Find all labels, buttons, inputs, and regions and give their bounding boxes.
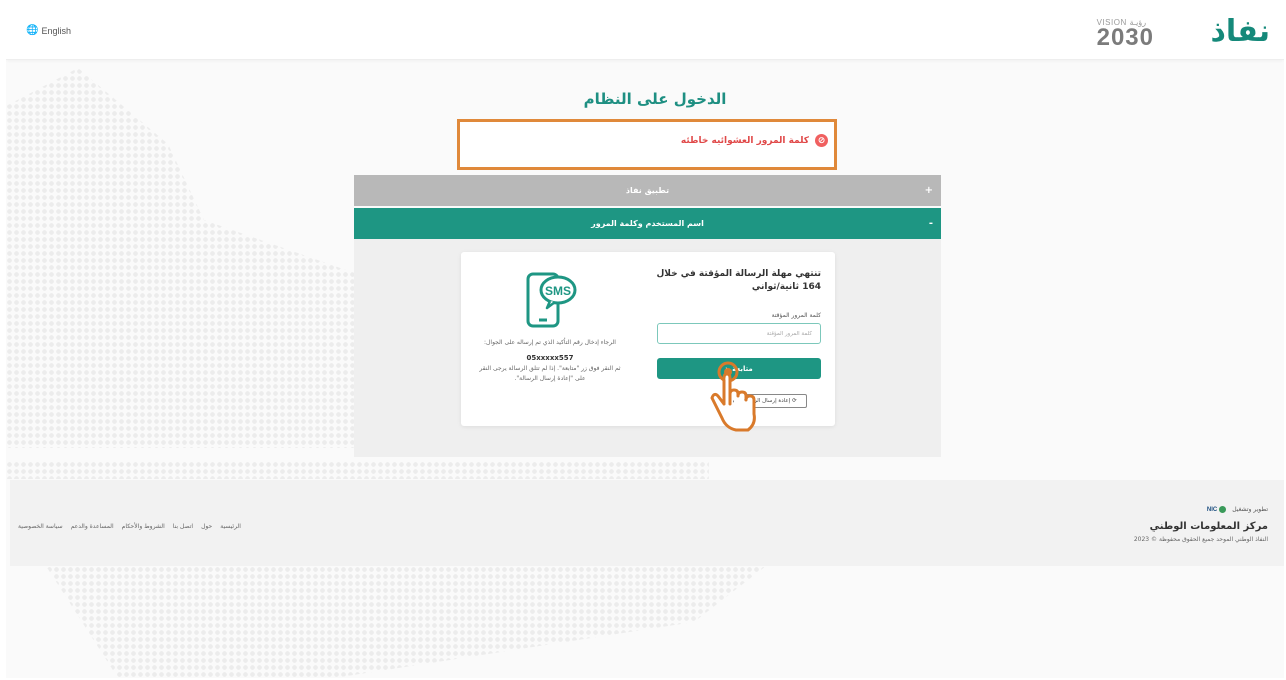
otp-instructions: SMS الرجاء إدخال رقم التأكيد الذي تم إرس… <box>475 268 625 384</box>
error-alert: ⊘ كلمة المرور العشوائيه خاطئه <box>681 134 828 147</box>
hint-resend: ثم النقر فوق زر "متابعة". إذا لم تتلق ال… <box>479 365 621 382</box>
map-dots-decoration <box>46 566 766 678</box>
footer-link-privacy[interactable]: سياسة الخصوصية <box>18 523 63 530</box>
minus-icon: - <box>928 218 933 229</box>
nafath-logo: نفاذ <box>1210 14 1270 49</box>
sms-label: SMS <box>545 284 571 298</box>
top-header: 🌐 English VISION رؤيـة 2030 نفاذ <box>6 6 1284 60</box>
map-dots-decoration <box>6 461 709 479</box>
vision-year: 2030 <box>1096 24 1154 51</box>
footer-link-help[interactable]: المساعدة والدعم <box>71 523 114 530</box>
vision-2030-logo: VISION رؤيـة 2030 <box>1097 18 1154 50</box>
language-switch[interactable]: 🌐 English <box>26 25 71 36</box>
nic-logo-mark <box>1219 506 1227 513</box>
error-icon: ⊘ <box>815 134 828 147</box>
nic-abbr: NIC <box>1206 506 1218 513</box>
footer-link-about[interactable]: حول <box>201 523 212 530</box>
otp-timer-text: تنتهي مهلة الرسالة المؤقتة في خلال 164 ث… <box>656 269 821 292</box>
accordion-username-password[interactable]: - اسم المستخدم وكلمة المرور <box>354 208 941 239</box>
footer-link-contact[interactable]: اتصل بنا <box>173 523 193 530</box>
map-dots-decoration <box>6 68 366 448</box>
otp-card: تنتهي مهلة الرسالة المؤقتة في خلال 164 ث… <box>461 252 835 426</box>
otp-field-label: كلمة المرور المؤقتة <box>771 312 821 319</box>
accordion-body: تنتهي مهلة الرسالة المؤقتة في خلال 164 ث… <box>354 239 941 457</box>
globe-icon: 🌐 <box>26 25 39 36</box>
otp-placeholder: كلمة المرور المؤقتة <box>766 330 812 337</box>
center-name: مركز المعلومات الوطني <box>1149 521 1268 532</box>
developed-by-label: تطوير وتشغيل <box>1232 506 1268 513</box>
accordion-nafath-app[interactable]: + تطبيق نفاذ <box>354 175 941 206</box>
nic-logo: NIC <box>1206 506 1227 513</box>
page-title: الدخول على النظام <box>583 90 727 108</box>
footer-link-home[interactable]: الرئيسية <box>220 523 241 530</box>
otp-input[interactable]: كلمة المرور المؤقتة <box>657 323 821 344</box>
copyright-text: النفاذ الوطني الموحد جميع الحقوق محفوظة … <box>1133 536 1268 543</box>
footer-links: الرئيسية حول اتصل بنا الشروط والأحكام ال… <box>18 523 241 530</box>
plus-icon: + <box>924 185 933 196</box>
footer: الرئيسية حول اتصل بنا الشروط والأحكام ال… <box>10 480 1284 566</box>
refresh-icon: ⟳ <box>792 398 797 404</box>
nic-branding: تطوير وتشغيل NIC مركز المعلومات الوطني ا… <box>1134 506 1268 543</box>
sms-phone-icon: SMS <box>520 268 580 328</box>
masked-phone-number: 05xxxxx557 <box>526 354 574 362</box>
footer-link-terms[interactable]: الشروط والأحكام <box>122 523 165 530</box>
hand-pointer-cursor <box>710 361 756 432</box>
accordion-label: اسم المستخدم وكلمة المرور <box>591 219 704 228</box>
hint-enter-code: الرجاء إدخال رقم التأكيد الذي تم إرساله … <box>484 339 616 346</box>
language-label: English <box>41 25 71 36</box>
error-alert-box: ⊘ كلمة المرور العشوائيه خاطئه <box>457 119 837 170</box>
error-message: كلمة المرور العشوائيه خاطئه <box>680 135 809 146</box>
accordion-label: تطبيق نفاذ <box>625 186 670 195</box>
page-frame: 🌐 English VISION رؤيـة 2030 نفاذ الدخول … <box>6 6 1284 678</box>
